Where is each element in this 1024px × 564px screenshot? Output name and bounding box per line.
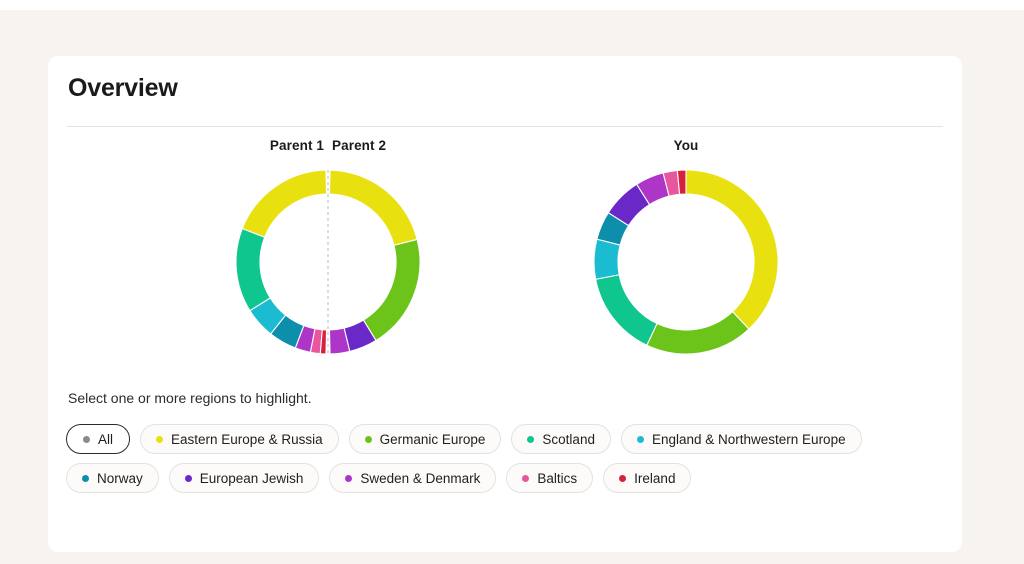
region-pill-label: Ireland (634, 470, 676, 486)
page-root: Overview Parent 1 Parent 2 You Select on… (0, 0, 1024, 564)
region-dot (364, 435, 372, 443)
donut-segment[interactable] (593, 238, 621, 280)
you-chart-labels: You (556, 138, 816, 162)
region-dot (619, 474, 627, 482)
charts-area: Parent 1 Parent 2 You (48, 138, 962, 368)
region-pill-label: European Jewish (199, 470, 304, 486)
top-white-strip (0, 0, 1024, 10)
overview-card: Overview Parent 1 Parent 2 You Select on… (48, 56, 962, 552)
region-dot (82, 474, 89, 482)
region-pill-label: Baltics (537, 470, 578, 486)
title-divider (67, 126, 943, 127)
region-dot (184, 474, 192, 482)
region-pill[interactable]: European Jewish (168, 463, 320, 493)
parents-chart-block: Parent 1 Parent 2 (198, 138, 458, 362)
region-dot (527, 435, 535, 443)
parent-2-label: Parent 2 (332, 138, 387, 153)
region-pill-label: Germanic Europe (379, 431, 486, 447)
you-chart-block: You (556, 138, 816, 362)
you-donut[interactable] (556, 162, 816, 362)
region-pill-label: Sweden & Denmark (360, 470, 481, 486)
region-filter-list: All Eastern Europe & Russia Germanic Euro… (66, 424, 946, 493)
region-pill-all[interactable]: All (66, 424, 131, 454)
region-pill-label: Norway (97, 470, 143, 486)
parent-1-label: Parent 1 (269, 138, 324, 153)
region-dot (522, 474, 530, 482)
region-dot (156, 435, 164, 443)
selection-prompt: Select one or more regions to highlight. (68, 390, 312, 406)
donut-segment[interactable] (241, 169, 328, 239)
region-pill[interactable]: Scotland (511, 424, 611, 454)
region-pill-label: All (98, 431, 114, 447)
page-title: Overview (68, 74, 178, 102)
region-pill[interactable]: Germanic Europe (348, 424, 502, 454)
region-pill-label: Scotland (542, 431, 595, 447)
donut-segment[interactable] (235, 227, 272, 312)
region-pill[interactable]: Ireland (603, 463, 692, 493)
you-label: You (673, 138, 699, 153)
you-donut-svg (593, 169, 779, 355)
parents-donut[interactable] (198, 162, 458, 362)
region-dot (636, 435, 644, 443)
region-pill[interactable]: Eastern Europe & Russia (140, 424, 339, 454)
parents-donut-svg (235, 169, 421, 355)
region-dot (345, 474, 353, 482)
parents-chart-labels: Parent 1 Parent 2 (198, 138, 458, 162)
donut-segment[interactable] (685, 169, 779, 330)
donut-segment[interactable] (328, 169, 418, 246)
region-pill[interactable]: Sweden & Denmark (329, 463, 497, 493)
region-pill-label: Eastern Europe & Russia (171, 431, 323, 447)
donut-segment[interactable] (646, 310, 750, 355)
region-pill[interactable]: Norway (66, 463, 159, 493)
region-dot-all (83, 435, 90, 443)
region-pill-label: England & Northwestern Europe (651, 431, 846, 447)
donut-segment[interactable] (594, 274, 658, 346)
region-pill[interactable]: England & Northwestern Europe (620, 424, 862, 454)
region-pill[interactable]: Baltics (506, 463, 594, 493)
donut-segment[interactable] (362, 238, 421, 342)
